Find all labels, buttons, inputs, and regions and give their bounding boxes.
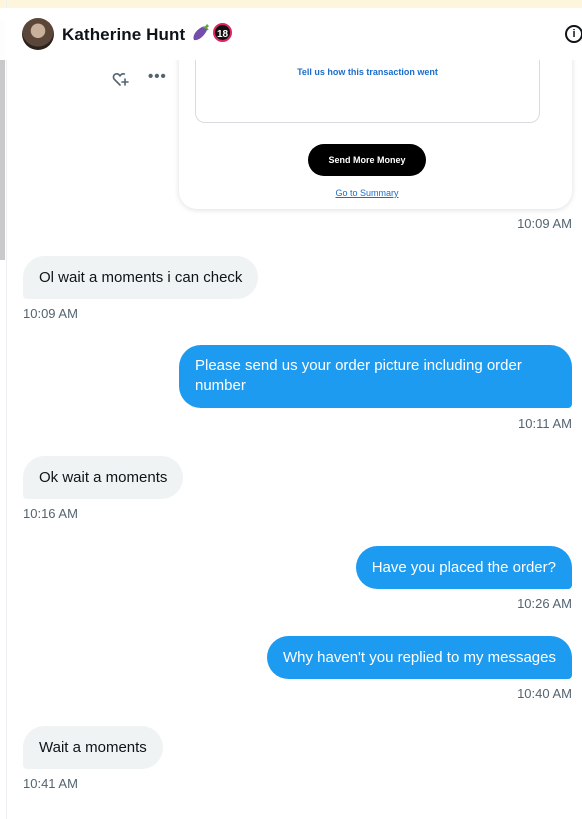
send-more-money-button[interactable]: Send More Money <box>308 144 426 176</box>
info-icon[interactable]: i <box>565 25 582 43</box>
avatar[interactable] <box>22 18 54 50</box>
message-timestamp: 10:40 AM <box>517 686 572 701</box>
pane-divider <box>6 0 7 819</box>
age-18-badge: 18 <box>213 23 232 42</box>
outgoing-message[interactable]: Please send us your order picture includ… <box>179 345 572 408</box>
eggplant-emoji-icon <box>190 22 212 44</box>
outgoing-message[interactable]: Why haven't you replied to my messages <box>267 636 572 679</box>
incoming-message[interactable]: Wait a moments <box>23 726 163 769</box>
message-timestamp: 10:09 AM <box>23 306 78 321</box>
message-timestamp: 10:41 AM <box>23 776 78 791</box>
add-reaction-icon[interactable] <box>112 70 130 88</box>
transaction-card: Tell us how this transaction went Send M… <box>179 40 572 209</box>
message-timestamp: 10:16 AM <box>23 506 78 521</box>
message-timestamp: 10:09 AM <box>517 216 572 231</box>
message-timestamp: 10:11 AM <box>518 416 572 431</box>
message-timestamp: 10:26 AM <box>517 596 572 611</box>
outgoing-message[interactable]: Have you placed the order? <box>355 546 572 589</box>
more-options-icon[interactable]: ••• <box>148 68 167 85</box>
contact-name[interactable]: Katherine Hunt <box>62 25 185 45</box>
incoming-message[interactable]: Ok wait a moments <box>23 456 184 499</box>
transaction-prompt: Tell us how this transaction went <box>297 67 438 77</box>
go-to-summary-link[interactable]: Go to Summary <box>179 188 555 198</box>
conversation-header: Katherine Hunt 18 i <box>0 8 582 60</box>
incoming-message[interactable]: Ol wait a moments i can check <box>23 256 259 299</box>
